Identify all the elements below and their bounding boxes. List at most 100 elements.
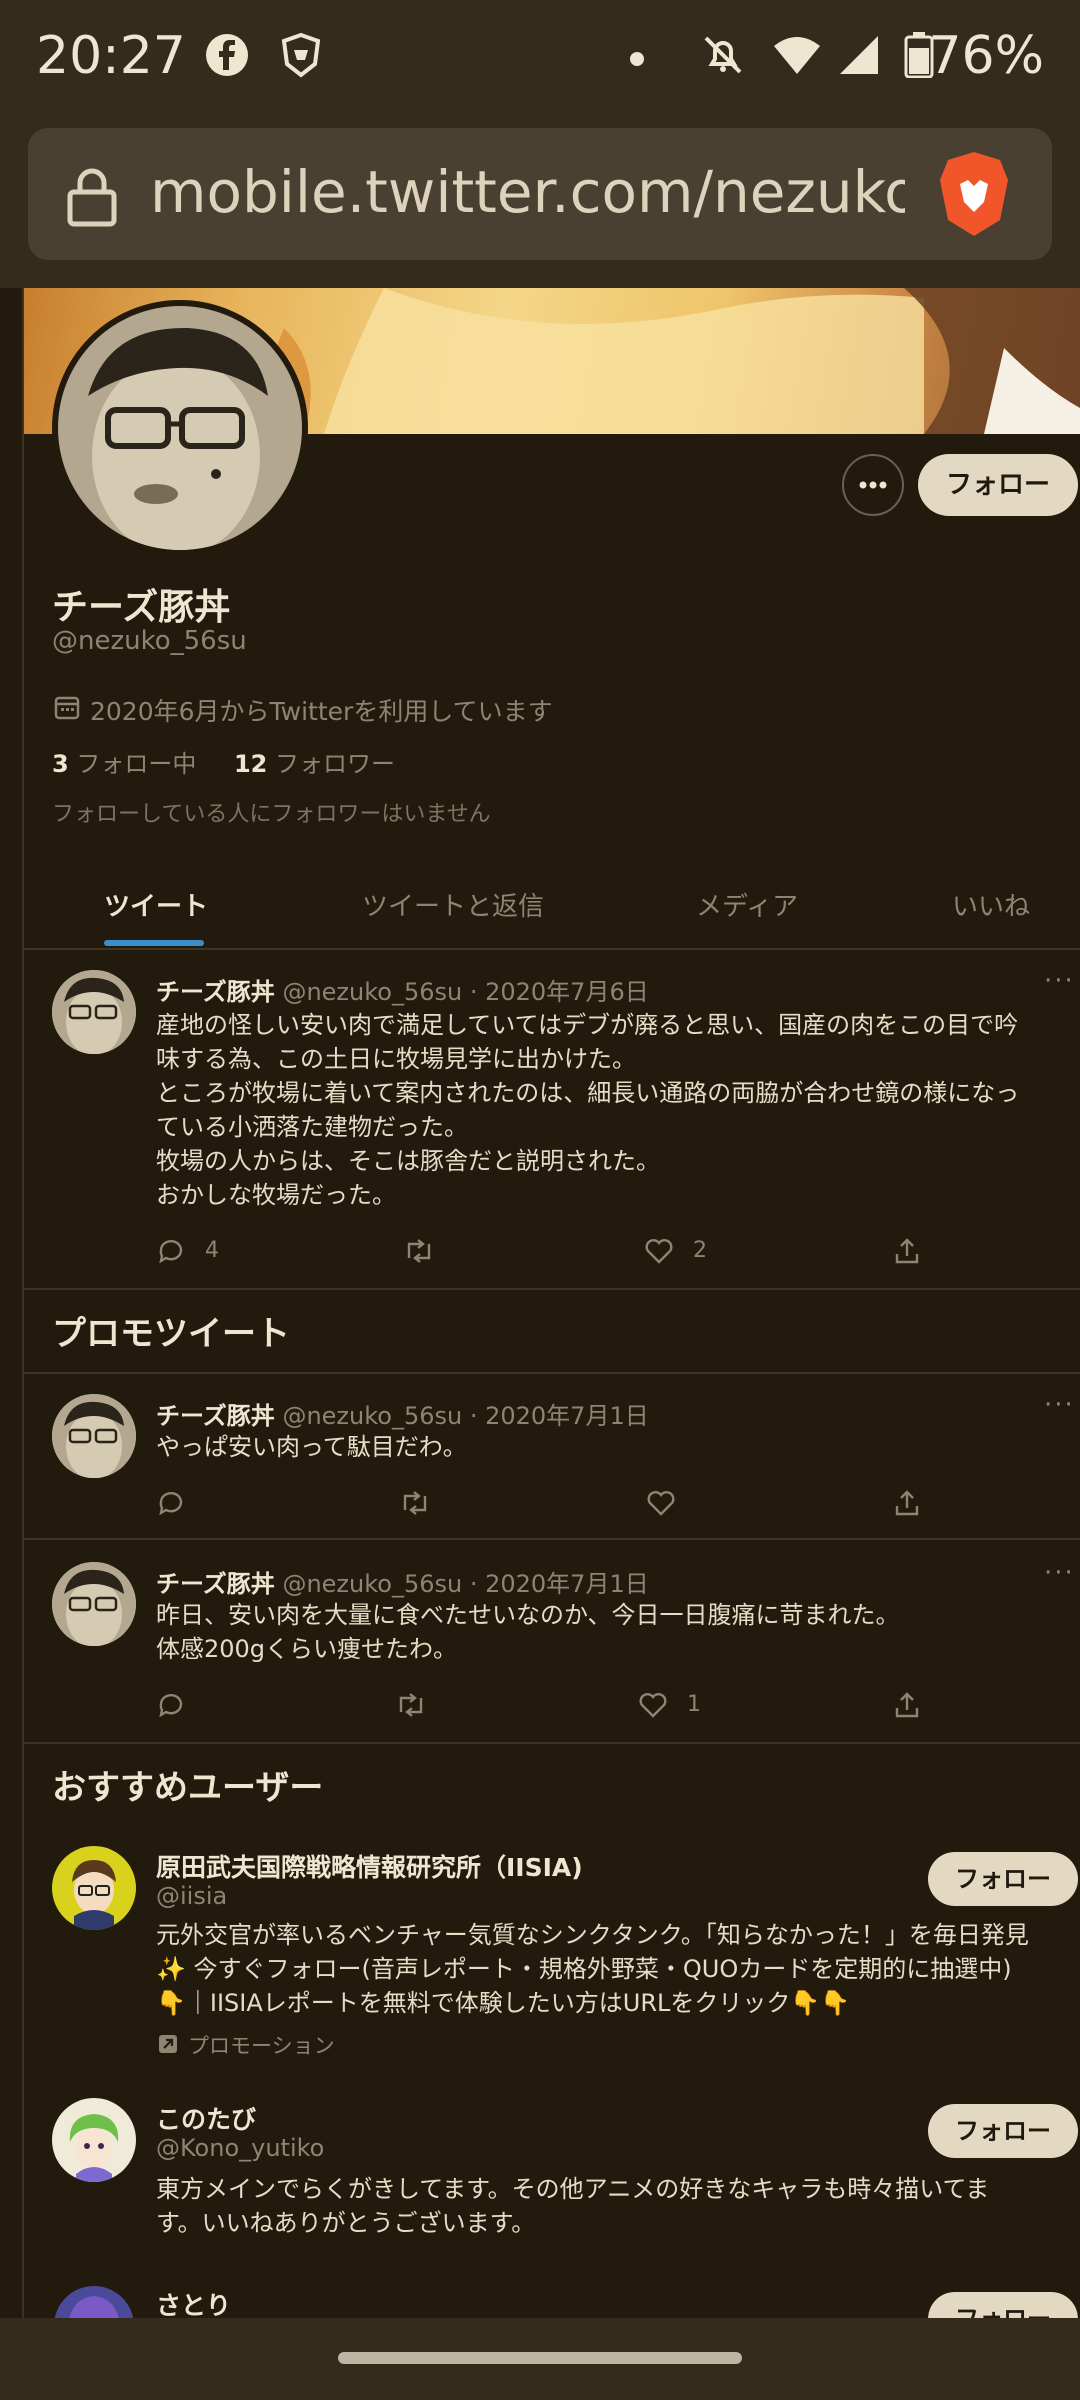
tab-media[interactable]: メディア: [696, 886, 798, 923]
retweet-icon: [407, 1239, 431, 1263]
reply-button[interactable]: [156, 1488, 186, 1518]
retweet-button[interactable]: [398, 1488, 432, 1518]
share-icon: [895, 1490, 919, 1516]
reply-icon: [159, 1240, 183, 1264]
active-tab-indicator: [104, 940, 204, 946]
recommended-user-avatar[interactable]: [52, 2284, 136, 2318]
tweet-avatar[interactable]: [52, 1394, 136, 1478]
profile-name: チーズ豚丼: [52, 587, 231, 628]
profile-handle: @nezuko_56su: [52, 626, 247, 656]
status-time: 20:27: [36, 26, 186, 86]
tweet-more-icon[interactable]: ···: [1044, 1390, 1075, 1420]
battery-percent: 76%: [928, 26, 1044, 86]
like-button[interactable]: [646, 1488, 676, 1518]
like-button[interactable]: 1: [638, 1690, 701, 1720]
reply-button[interactable]: [156, 1690, 186, 1720]
heart-icon: [639, 1693, 667, 1718]
divider: [24, 1538, 1080, 1540]
share-button[interactable]: [892, 1236, 922, 1266]
reply-icon: [159, 1492, 183, 1516]
promoted-icon: [158, 2034, 178, 2058]
divider: [24, 1372, 1080, 1374]
share-button[interactable]: [892, 1488, 922, 1518]
reply-icon: [159, 1694, 183, 1718]
divider: [24, 1742, 1080, 1744]
retweet-button[interactable]: [394, 1690, 428, 1720]
url-text[interactable]: mobile.twitter.com/nezuko_: [150, 158, 905, 226]
tweet-author[interactable]: チーズ豚丼: [156, 1402, 275, 1430]
following-link[interactable]: 3 フォロー中: [52, 750, 196, 778]
like-count: 1: [687, 1692, 701, 1717]
more-options-button[interactable]: [842, 454, 904, 516]
tweet-author[interactable]: チーズ豚丼: [156, 978, 275, 1006]
recommended-follow-button[interactable]: フォロー: [928, 2292, 1078, 2318]
reply-count: 4: [205, 1238, 219, 1263]
tweet-more-icon[interactable]: ···: [1044, 1558, 1075, 1588]
recommended-user-name[interactable]: さとり: [156, 2286, 231, 2322]
tweet-meta: @nezuko_56su · 2020年7月1日: [282, 1570, 649, 1598]
promoted-label: プロモーション: [188, 2034, 335, 2058]
recommended-follow-button[interactable]: フォロー: [928, 1852, 1078, 1906]
tweet-header: チーズ豚丼 @nezuko_56su · 2020年7月6日: [156, 972, 649, 1007]
retweet-icon: [403, 1491, 427, 1515]
tab-likes[interactable]: いいね: [952, 886, 1030, 923]
recommended-user-bio: 元外交官が率いるベンチャー気質なシンクタンク。「知らなかった！」を毎日発見 ✨ …: [156, 1921, 1029, 2017]
recommended-user-name[interactable]: このたび: [156, 2100, 256, 2136]
facebook-icon: [204, 32, 254, 82]
tweet-avatar[interactable]: [52, 970, 136, 1054]
tweet-meta: @nezuko_56su · 2020年7月1日: [282, 1402, 649, 1430]
following-count: 3: [52, 750, 69, 778]
calendar-icon: [54, 694, 80, 724]
retweet-button[interactable]: [402, 1236, 436, 1266]
heart-icon: [645, 1239, 673, 1264]
wifi-icon: [772, 32, 822, 82]
follow-stats: 3 フォロー中 12 フォロワー: [52, 744, 395, 779]
tab-tweets-and-replies[interactable]: ツイートと返信: [362, 886, 544, 923]
tab-tweets[interactable]: ツイート: [104, 886, 208, 923]
reply-button[interactable]: 4: [156, 1236, 219, 1266]
retweet-icon: [399, 1693, 423, 1717]
tweet-header: チーズ豚丼 @nezuko_56su · 2020年7月1日: [156, 1564, 649, 1599]
like-count: 2: [693, 1238, 707, 1263]
share-icon: [895, 1238, 919, 1264]
tweet-text: 産地の怪しい安い肉で満足していてはデブが廃ると思い、国産の肉をこの目で吟 味する…: [156, 1011, 1020, 1209]
divider: [24, 948, 1080, 950]
mute-bell-icon: [700, 32, 750, 82]
page-border: [22, 288, 24, 2318]
tweet-meta: @nezuko_56su · 2020年7月6日: [282, 978, 649, 1006]
recommended-user-bio: 東方メインでらくがきしてます。その他アニメの好きなキャラも時々描いてま す。いい…: [156, 2175, 990, 2237]
tweet-text: やっぱ安い肉って駄目だわ。: [156, 1433, 467, 1461]
recommended-user-avatar[interactable]: [52, 1846, 136, 1930]
heart-icon: [647, 1491, 675, 1516]
lock-icon: [64, 166, 120, 232]
tweet-header: チーズ豚丼 @nezuko_56su · 2020年7月1日: [156, 1396, 649, 1431]
mutual-followers-note: フォローしている人にフォロワーはいません: [52, 802, 491, 827]
share-icon: [895, 1692, 919, 1718]
recommended-user-avatar[interactable]: [52, 2098, 136, 2182]
profile-avatar[interactable]: [52, 300, 308, 556]
recommended-user-handle: @Kono_yutiko: [156, 2134, 325, 2162]
tweet-avatar[interactable]: [52, 1562, 136, 1646]
home-gesture-handle[interactable]: [338, 2352, 742, 2364]
recommended-user-name[interactable]: 原田武夫国際戦略情報研究所（IISIA): [156, 1848, 583, 1884]
tweet-text: 昨日、安い肉を大量に食べたせいなのか、今日一日腹痛に苛まれた。 体感200gくら…: [156, 1601, 900, 1663]
recommended-follow-button-clip: フォロー: [928, 2292, 1078, 2318]
following-label: フォロー中: [76, 750, 197, 778]
tweet-more-icon[interactable]: ···: [1044, 966, 1075, 996]
like-button[interactable]: 2: [644, 1236, 707, 1266]
follow-button[interactable]: フォロー: [918, 454, 1078, 516]
followers-count: 12: [233, 750, 268, 778]
notification-dot-icon: [630, 52, 644, 66]
share-button[interactable]: [892, 1690, 922, 1720]
tweet-author[interactable]: チーズ豚丼: [156, 1570, 275, 1598]
recommended-user-handle: @iisia: [156, 1882, 228, 1910]
promo-tweets-heading: プロモツイート: [52, 1314, 290, 1354]
recommended-users-heading: おすすめユーザー: [52, 1768, 324, 1808]
cell-signal-icon: [836, 32, 886, 82]
followers-label: フォロワー: [275, 750, 396, 778]
joined-date: 2020年6月からTwitterを利用しています: [90, 697, 553, 726]
recommended-follow-button[interactable]: フォロー: [928, 2104, 1078, 2158]
followers-link[interactable]: 12 フォロワー: [234, 750, 395, 778]
divider: [24, 1288, 1080, 1290]
brave-lion-icon[interactable]: [938, 150, 1010, 242]
